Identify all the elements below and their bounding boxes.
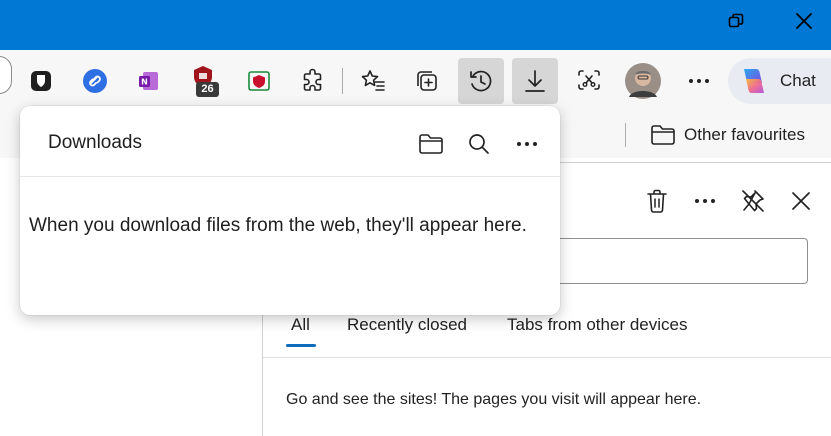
copilot-icon (744, 69, 764, 93)
favourites-separator (625, 123, 626, 147)
downloads-title: Downloads (48, 132, 142, 153)
copilot-chat-button[interactable]: Chat (728, 58, 831, 104)
bitwarden-icon (31, 71, 51, 91)
close-history-button[interactable] (784, 184, 818, 218)
history-button[interactable] (458, 58, 504, 104)
more-icon (517, 142, 537, 146)
restore-icon (728, 13, 744, 28)
collections-button[interactable] (404, 58, 450, 104)
restore-button[interactable] (702, 0, 770, 42)
history-icon (470, 70, 492, 92)
unpin-icon (742, 190, 764, 212)
mcafee-web-advisor-button[interactable] (236, 58, 282, 104)
search-downloads-button[interactable] (461, 126, 497, 162)
favourites-button[interactable] (350, 58, 396, 104)
open-downloads-folder-button[interactable] (413, 126, 449, 162)
downloads-icon (525, 70, 545, 92)
extensions-button[interactable] (290, 58, 336, 104)
settings-more-button[interactable] (676, 58, 722, 104)
svg-text:N: N (141, 78, 148, 87)
more-icon (695, 199, 715, 203)
other-favourites-label: Other favourites (684, 125, 805, 144)
extensions-icon (303, 68, 322, 91)
profile-avatar (625, 63, 661, 99)
link-icon (83, 69, 107, 93)
folder-icon (651, 125, 675, 145)
profile-button[interactable] (620, 58, 666, 104)
mcafee-shield-icon (248, 71, 270, 91)
downloads-button[interactable] (512, 58, 558, 104)
downloads-empty-message: When you download files from the web, th… (29, 215, 527, 236)
tab-other-devices[interactable]: Tabs from other devices (507, 315, 687, 335)
history-search-input[interactable] (520, 238, 808, 284)
history-empty-message: Go and see the sites! The pages you visi… (286, 391, 702, 408)
onenote-icon: N (139, 72, 158, 90)
link-extension-button[interactable] (72, 58, 118, 104)
close-icon (792, 192, 810, 210)
folder-icon (419, 134, 443, 154)
trash-icon (647, 189, 667, 213)
downloads-divider (20, 176, 560, 177)
extension-count-badge: 26 (196, 82, 219, 97)
toolbar-separator (342, 68, 343, 94)
downloads-more-button[interactable] (509, 126, 545, 162)
tab-all[interactable]: All (291, 315, 310, 335)
tab-recently-closed[interactable]: Recently closed (347, 315, 467, 335)
chat-label: Chat (780, 71, 816, 90)
screenshot-icon (578, 70, 600, 90)
more-icon (689, 79, 709, 83)
favourites-icon (361, 70, 385, 91)
active-tab-indicator (286, 344, 316, 347)
collections-icon (417, 71, 437, 91)
bitwarden-extension-button[interactable] (18, 58, 64, 104)
screenshot-button[interactable] (566, 58, 612, 104)
history-more-button[interactable] (688, 184, 722, 218)
tab-divider (263, 357, 831, 358)
search-icon (469, 134, 489, 154)
unpin-history-button[interactable] (736, 184, 770, 218)
close-icon (796, 13, 812, 29)
other-favourites-button[interactable]: Other favourites (650, 122, 805, 148)
onenote-extension-button[interactable]: N (126, 58, 172, 104)
delete-history-button[interactable] (640, 184, 674, 218)
close-window-button[interactable] (770, 0, 831, 42)
downloads-flyout: Downloads When you download files from t… (20, 106, 560, 315)
